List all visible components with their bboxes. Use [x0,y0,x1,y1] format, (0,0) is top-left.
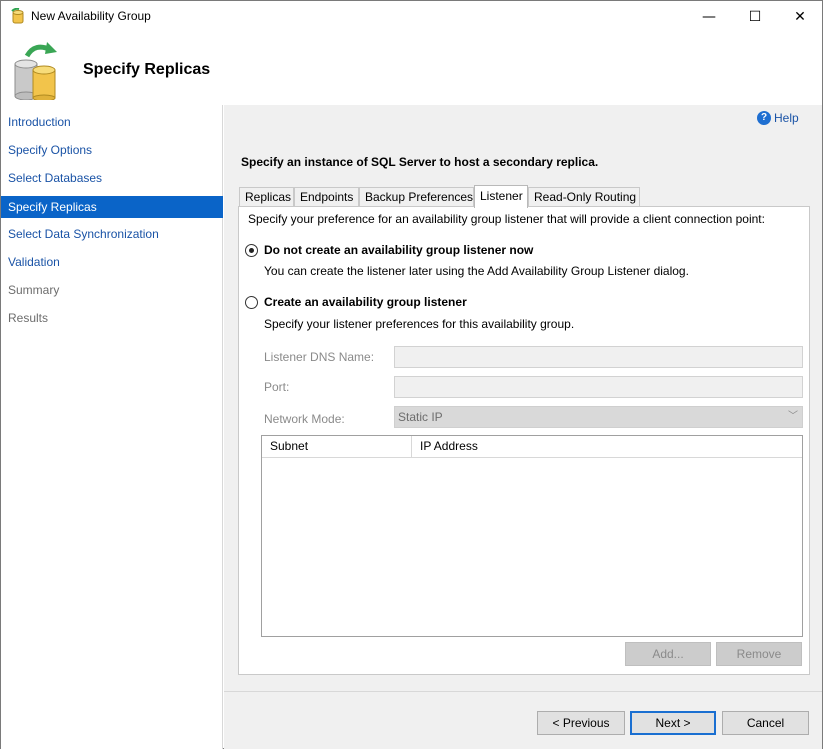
no-listener-subtext: You can create the listener later using … [264,264,689,278]
tab-replicas[interactable]: Replicas [239,187,294,207]
listener-tab-panel: Specify your preference for an availabil… [238,206,810,675]
grid-col-subnet[interactable]: Subnet [262,436,412,458]
no-listener-option[interactable]: Do not create an availability group list… [245,243,533,257]
create-listener-radio[interactable] [245,295,258,309]
network-mode-select[interactable]: Static IP ﹀ [394,406,803,428]
nav-item-validation[interactable]: Validation [1,251,223,273]
port-field[interactable] [394,376,803,398]
grid-header: Subnet IP Address [262,436,802,458]
wizard-header: Specify Replicas [1,32,822,105]
tab-read-only-routing[interactable]: Read-Only Routing [528,187,640,207]
maximize-icon[interactable]: ☐ [732,1,778,32]
nav-item-specify-options[interactable]: Specify Options [1,139,223,161]
subnet-ip-grid[interactable]: Subnet IP Address [261,435,803,637]
tab-listener[interactable]: Listener [474,185,528,208]
help-label: Help [774,111,799,125]
remove-button[interactable]: Remove [716,642,802,666]
grid-col-ip-address[interactable]: IP Address [412,436,802,458]
next-button[interactable]: Next > [630,711,716,735]
nav-item-summary: Summary [8,283,60,297]
nav-item-specify-replicas[interactable]: Specify Replicas [1,196,223,218]
network-mode-value: Static IP [398,410,443,424]
close-icon[interactable]: ✕ [777,1,823,32]
chevron-down-icon: ﹀ [788,411,798,422]
dns-name-field[interactable] [394,346,803,368]
create-listener-subtext: Specify your listener preferences for th… [264,317,575,331]
window-title: New Availability Group [31,9,151,23]
footer-divider [224,691,822,692]
instruction-text: Specify an instance of SQL Server to hos… [241,155,599,169]
nav-item-select-databases[interactable]: Select Databases [1,167,223,189]
previous-button[interactable]: < Previous [537,711,625,735]
listener-description: Specify your preference for an availabil… [248,212,765,226]
main-panel: ? Help Specify an instance of SQL Server… [224,105,822,749]
nav-item-results: Results [8,311,49,325]
help-link[interactable]: ? Help [757,111,799,125]
dns-name-label: Listener DNS Name: [264,350,375,364]
port-label: Port: [264,380,290,394]
nav-item-select-data-synchronization[interactable]: Select Data Synchronization [1,223,223,245]
create-listener-label: Create an availability group listener [264,295,467,309]
nav-item-introduction[interactable]: Introduction [1,111,223,133]
minimize-icon[interactable]: — [686,1,732,32]
title-bar: New Availability Group — ☐ ✕ [1,1,822,32]
no-listener-radio[interactable] [245,243,258,257]
tab-backup-preferences[interactable]: Backup Preferences [359,187,474,207]
wizard-window: New Availability Group — ☐ ✕ Specify Rep… [0,0,823,749]
cancel-button[interactable]: Cancel [722,711,809,735]
no-listener-label: Do not create an availability group list… [264,243,534,257]
create-listener-option[interactable]: Create an availability group listener [245,295,467,309]
add-button[interactable]: Add... [625,642,711,666]
network-mode-label: Network Mode: [264,412,345,426]
help-icon: ? [757,111,771,125]
availability-group-app-icon [11,8,24,24]
database-sync-icon [14,42,57,100]
tab-endpoints[interactable]: Endpoints [294,187,359,207]
page-title: Specify Replicas [83,61,211,78]
wizard-nav: Introduction Specify Options Select Data… [1,105,223,749]
